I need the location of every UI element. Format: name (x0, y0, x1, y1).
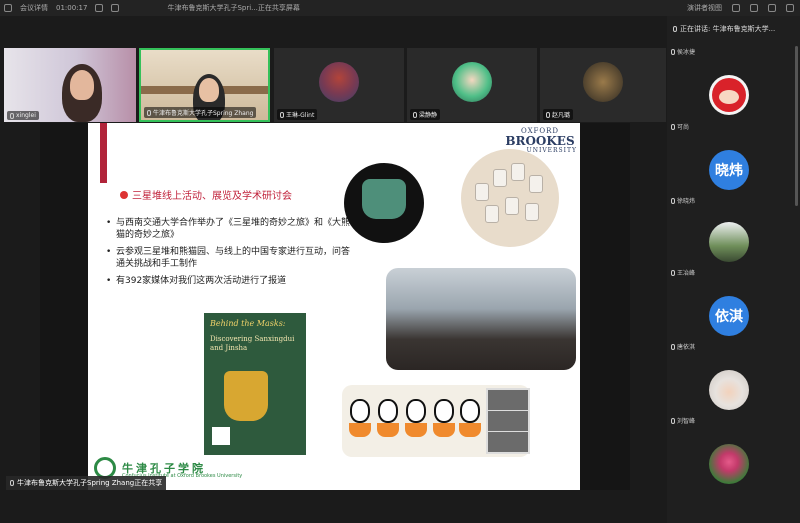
slide-title: 三星堆线上活动、展览及学术研讨会 (120, 187, 292, 202)
maximize-icon[interactable] (768, 4, 776, 12)
mic-icon (671, 417, 675, 424)
participant-name-tag: xinglei (7, 111, 39, 120)
bottom-bar (0, 505, 667, 523)
share-icon (10, 480, 14, 486)
sidebar-scrollbar[interactable] (795, 46, 798, 206)
participant-avatar (709, 444, 749, 484)
participant-avatar (452, 62, 492, 102)
bullet-item: 有392家媒体对我们这两次活动进行了报道 (106, 275, 356, 287)
participant-avatar (319, 62, 359, 102)
participant-strip: xinglei 牛津布鲁克斯大学孔子Spring Zhang 王琳-Glint … (4, 48, 666, 122)
sidebar-name: 王冶峰 (671, 268, 695, 277)
mic-icon (671, 48, 675, 55)
mic-icon (671, 343, 675, 350)
sidebar-name: 侯冰捷 (671, 47, 695, 56)
participant-face (70, 70, 94, 100)
bullet-item: 云参观三星堆和熊猫园、与线上的中国专家进行互动，问答通关挑战和手工制作 (106, 246, 356, 270)
bullet-item: 与西南交通大学合作举办了《三星堆的奇妙之旅》和《大熊猫的奇妙之旅》 (106, 217, 356, 241)
participant-face (199, 78, 219, 102)
participant-name-tag: 牛津布鲁克斯大学孔子Spring Zhang (144, 107, 257, 118)
mic-icon (413, 111, 417, 118)
exhibition-poster: Behind the Masks: Discovering Sanxingdui… (204, 313, 306, 455)
sidebar-participant[interactable]: 刘智峰 (667, 354, 800, 428)
sidebar-name: 唐依淇 (671, 342, 695, 351)
mic-icon (546, 111, 550, 118)
sidebar-name: 可尚 (671, 122, 689, 131)
participant-tile[interactable]: 梁静静 (407, 48, 537, 122)
expand-icon[interactable] (111, 4, 120, 12)
participant-avatar: 晓炜 (709, 150, 749, 190)
sidebar-participant[interactable]: 晓炜 徐晓炜 (667, 132, 800, 206)
mic-icon (671, 269, 675, 276)
slide-bullets: 与西南交通大学合作举办了《三星堆的奇妙之旅》和《大熊猫的奇妙之旅》 云参观三星堆… (106, 217, 356, 292)
participant-avatar (583, 62, 623, 102)
participant-tile[interactable]: 王琳-Glint (274, 48, 404, 122)
gold-mask-image (224, 371, 268, 421)
shared-slide: OXFORD BROOKES UNIVERSITY 三星堆线上活动、展览及学术研… (88, 123, 580, 490)
settings-icon[interactable] (732, 4, 740, 12)
speaking-icon (673, 26, 677, 32)
participant-tile[interactable]: 赵凡璐 (540, 48, 666, 122)
paper-masks-image (461, 149, 559, 247)
minimize-icon[interactable] (750, 4, 758, 12)
participant-tile[interactable]: xinglei (4, 48, 136, 122)
screen-share-tag: 牛津布鲁克斯大学孔子Spring Zhang正在共享 (6, 476, 167, 490)
bronze-mask-image (344, 163, 424, 243)
participant-name-tag: 王琳-Glint (277, 109, 318, 120)
participant-avatar (709, 75, 749, 115)
sidebar-participant[interactable] (667, 428, 800, 502)
sidebar-name: 徐晓炜 (671, 196, 695, 205)
sidebar-name: 刘智峰 (671, 416, 695, 425)
top-bar: 会议详情 01:00:17 牛津布鲁克斯大学孔子Spri...正在共享屏幕 演讲… (0, 0, 800, 16)
participant-sidebar: 正在讲话: 牛津布鲁克斯大学... 侯冰捷 可尚 晓炜 徐晓炜 王冶峰 依淇 唐… (667, 16, 800, 523)
share-status-text: 牛津布鲁克斯大学孔子Spri...正在共享屏幕 (167, 4, 300, 12)
online-meeting-thumbnail (486, 388, 530, 454)
sidebar-participant[interactable]: 王冶峰 (667, 206, 800, 280)
qr-code (212, 427, 230, 445)
mic-icon (147, 109, 151, 116)
participant-avatar: 依淇 (709, 296, 749, 336)
speaking-indicator: 正在讲话: 牛津布鲁克斯大学... (673, 24, 775, 34)
mic-icon (10, 112, 14, 119)
participant-name-tag: 梁静静 (410, 109, 441, 120)
sidebar-participant[interactable]: 可尚 (667, 58, 800, 132)
participant-tile-active[interactable]: 牛津布鲁克斯大学孔子Spring Zhang (139, 48, 270, 122)
participant-name-tag: 赵凡璐 (543, 109, 574, 120)
close-icon[interactable] (786, 4, 794, 12)
meeting-info-icon[interactable] (4, 4, 12, 12)
mic-icon (280, 111, 284, 118)
meeting-details-label[interactable]: 会议详情 (20, 3, 48, 13)
sidebar-participant[interactable]: 依淇 唐依淇 (667, 280, 800, 354)
apple-character-icon (712, 78, 746, 112)
participant-avatar (709, 222, 749, 262)
lightbulb-icon (120, 190, 128, 199)
mic-icon (671, 197, 675, 204)
slide-accent-bar (100, 123, 107, 183)
participant-avatar (709, 370, 749, 410)
classroom-photo (386, 268, 576, 370)
meeting-timer: 01:00:17 (56, 4, 88, 12)
signal-icon (95, 4, 104, 12)
view-mode-button[interactable]: 演讲者视图 (687, 3, 722, 13)
mic-icon (671, 123, 675, 130)
